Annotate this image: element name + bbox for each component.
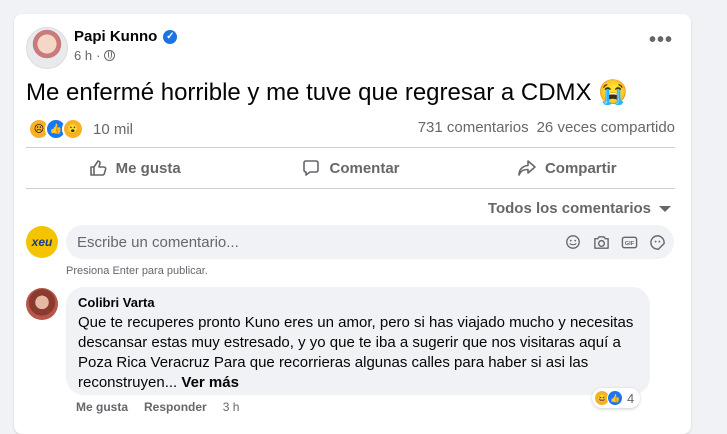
like-icon: 👍	[607, 390, 623, 406]
comment-input-placeholder: Escribe un comentario...	[77, 233, 239, 251]
divider	[26, 147, 675, 148]
comment-bubble-icon	[303, 160, 320, 176]
comment-time[interactable]: 3 h	[223, 400, 240, 414]
author-avatar[interactable]	[26, 27, 68, 69]
svg-text:GIF: GIF	[624, 240, 634, 246]
meta-separator: ·	[96, 48, 101, 63]
commenter-avatar[interactable]	[26, 288, 58, 320]
comment-actions: Me gusta Responder 3 h	[76, 400, 239, 414]
thumbs-up-icon	[89, 160, 107, 176]
comment-input[interactable]: Escribe un comentario... GIF	[66, 225, 674, 259]
reaction-count: 10 mil	[93, 120, 134, 138]
like-button[interactable]: Me gusta	[26, 151, 242, 185]
author-name[interactable]: Papi Kunno	[74, 28, 157, 45]
emoji-icon[interactable]	[564, 233, 582, 251]
comment-count[interactable]: 731 comentarios	[418, 119, 529, 136]
see-more-link[interactable]: Ver más	[181, 374, 239, 391]
commenter-page-avatar[interactable]: xeu	[26, 226, 58, 258]
comment-reactions[interactable]: 😆 👍 4	[592, 388, 641, 408]
page-avatar-logo: xeu	[31, 235, 53, 249]
reaction-summary[interactable]: ☹ 👍 😮 10 mil	[28, 118, 133, 140]
comment-filter-dropdown[interactable]: Todos los comentarios	[488, 200, 671, 217]
comment-reaction-count: 4	[627, 390, 635, 406]
sticker-icon[interactable]	[648, 233, 666, 251]
post-time[interactable]: 6 h	[74, 48, 92, 63]
gif-icon[interactable]: GIF	[620, 233, 638, 251]
post-meta: 6 h ·	[74, 48, 116, 63]
comment-body: Que te recuperes pronto Kuno eres un amo…	[78, 314, 634, 391]
comment-text: Que te recuperes pronto Kuno eres un amo…	[78, 313, 636, 393]
like-label: Me gusta	[115, 159, 181, 177]
comment-reply-button[interactable]: Responder	[144, 400, 207, 414]
public-globe-icon	[104, 50, 116, 61]
share-arrow-icon	[518, 160, 536, 176]
post-stats: 731 comentarios 26 veces compartido	[418, 119, 675, 136]
composer-tools: GIF	[564, 233, 674, 251]
share-label: Compartir	[544, 159, 617, 177]
comment-author[interactable]: Colibri Varta	[78, 295, 155, 310]
post-text: Me enfermé horrible y me tuve que regres…	[26, 79, 629, 106]
action-bar: Me gusta Comentar Compartir	[26, 151, 675, 185]
comment-bubble: Colibri Varta Que te recuperes pronto Ku…	[66, 287, 650, 395]
share-count[interactable]: 26 veces compartido	[537, 119, 675, 136]
enter-hint: Presiona Enter para publicar.	[66, 265, 208, 277]
comment-button[interactable]: Comentar	[242, 151, 458, 185]
caret-down-icon	[659, 205, 671, 212]
wow-emoji-icon: 😮	[62, 118, 84, 140]
divider	[26, 188, 675, 189]
comment-filter-label: Todos los comentarios	[487, 200, 651, 217]
camera-icon[interactable]	[592, 233, 610, 251]
more-options-button[interactable]: •••	[649, 30, 673, 50]
share-button[interactable]: Compartir	[459, 151, 675, 185]
author-row: Papi Kunno ✓	[74, 28, 178, 45]
verified-badge-icon: ✓	[163, 29, 178, 44]
comment-like-button[interactable]: Me gusta	[76, 400, 128, 414]
post-card: Papi Kunno ✓ 6 h · ••• Me enfermé horrib…	[14, 14, 691, 434]
comment-label: Comentar	[329, 159, 400, 177]
